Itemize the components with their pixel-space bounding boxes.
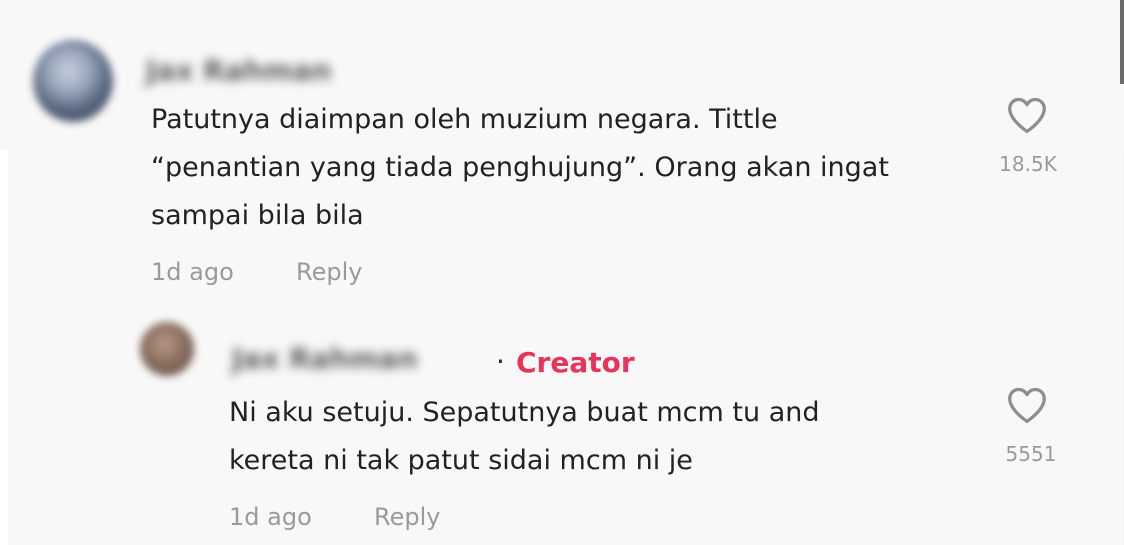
- reply-text: Ni aku setuju. Sepatutnya buat mcm tu an…: [229, 389, 959, 485]
- creator-badge: Creator: [516, 346, 635, 379]
- reply-author-username[interactable]: Jax Rahman: [232, 342, 418, 375]
- reply-like-count: 5551: [1005, 442, 1057, 466]
- reply-reply-button[interactable]: Reply: [374, 503, 440, 531]
- comment-text-line-1: Patutnya diaimpan oleh muzium negara. Ti…: [151, 104, 778, 135]
- comment-text-line-2: “penantian yang tiada penghujung”. Orang…: [151, 152, 889, 183]
- comment-text: Patutnya diaimpan oleh muzium negara. Ti…: [151, 96, 981, 240]
- reply-author-avatar[interactable]: [140, 322, 194, 376]
- badge-separator: ·: [496, 345, 505, 378]
- reply-text-line-1: Ni aku setuju. Sepatutnya buat mcm tu an…: [229, 397, 820, 428]
- right-edge-bar: [1120, 0, 1124, 84]
- heart-outline-icon[interactable]: [1006, 96, 1048, 134]
- left-border-strip: [0, 150, 8, 545]
- comment-reply-button[interactable]: Reply: [296, 258, 362, 286]
- comment-text-line-3: sampai bila bila: [151, 200, 364, 231]
- comment-like-count: 18.5K: [999, 152, 1057, 176]
- reply-text-line-2: kereta ni tak patut sidai mcm ni je: [229, 445, 693, 476]
- comment-timestamp: 1d ago: [151, 258, 234, 286]
- commenter-username[interactable]: Jax Rahman: [146, 54, 332, 87]
- heart-outline-icon[interactable]: [1006, 386, 1048, 424]
- reply-timestamp: 1d ago: [229, 503, 312, 531]
- commenter-avatar[interactable]: [33, 40, 113, 122]
